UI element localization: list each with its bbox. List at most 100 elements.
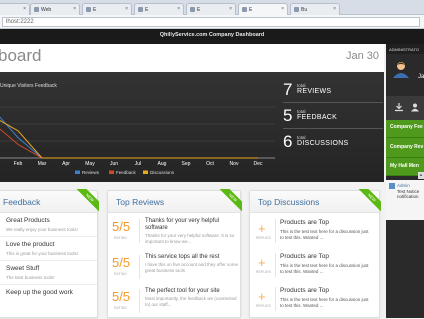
sidebar-menu-company-feedback[interactable]: Company Fee [386, 120, 424, 138]
browser-tab[interactable]: E× [0, 3, 30, 15]
review-title[interactable]: Thanks for your very helpful software [145, 218, 240, 232]
tab-label: Bu [301, 7, 308, 13]
visitors-chart-panel: Unique Visitors Feedback Feb Mar Apr May Jun… [0, 72, 384, 182]
new-ribbon: NEW [355, 189, 381, 215]
ribbon-label: NEW [75, 189, 99, 212]
page-title: board [0, 46, 42, 65]
x-tick-label: Jun [110, 161, 118, 167]
review-text: Most importantly, the feedback we (conne… [145, 296, 237, 307]
discussion-item[interactable]: + REPLIES Products are Top This is the t… [250, 215, 379, 249]
browser-tab[interactable]: E× [186, 3, 236, 15]
feedback-item-text: The best business tools! [6, 275, 55, 280]
sidebar-notice: Admin Test Notice notification [386, 180, 424, 220]
notice-author[interactable]: Admin [397, 183, 410, 188]
stat-label: REVIEWS [297, 88, 332, 95]
browser-tab[interactable]: Bu × [290, 3, 340, 15]
widget-title: Top Reviews [116, 197, 165, 207]
close-icon[interactable]: × [125, 6, 128, 12]
site-title: QhillyService.com Company Dashboard [159, 32, 265, 38]
plus-icon: + [258, 221, 266, 236]
feedback-item[interactable]: Love the product This is great for your … [0, 237, 97, 261]
browser-tab[interactable]: Web × [30, 3, 80, 15]
x-tick-label: Nov [230, 161, 239, 167]
series-line-discussions [0, 120, 258, 159]
browser-tab[interactable]: E× [134, 3, 184, 15]
user-icon[interactable] [410, 102, 420, 112]
close-icon[interactable]: × [229, 6, 232, 12]
widget-title: Top Discussions [258, 197, 320, 207]
discussion-text: This is the test text here for a discuss… [280, 229, 369, 240]
sidebar-menu-company-reviews[interactable]: Company Rev [386, 138, 424, 158]
stat-label: DISCUSSIONS [297, 140, 349, 147]
divider [283, 102, 383, 103]
x-tick-label: Feb [14, 161, 23, 167]
admin-sidebar: ADMINISTRATO Ja Company Fee Company Rev … [386, 44, 424, 318]
discussion-title[interactable]: Products are Top [280, 287, 329, 294]
page-date: Jan 30 [345, 50, 379, 62]
feedback-item-text: We really enjoy your business tools! [6, 227, 78, 232]
new-ribbon: NEW [216, 189, 242, 215]
review-item[interactable]: 5/5 RATING Thanks for your very helpful … [108, 215, 240, 249]
x-tick-label: Apr [62, 161, 70, 167]
stat-feedback: 5 total FEEDBACK [283, 106, 383, 129]
legend-swatch [75, 170, 80, 174]
tab-label: E [93, 7, 97, 13]
discussion-text: This is the test text here for a discuss… [280, 263, 369, 274]
x-tick-label: Mar [38, 161, 47, 167]
address-bar-row: lhost:2222 [0, 15, 424, 29]
new-ribbon: NEW [73, 189, 99, 215]
browser-tab-strip: E× Web× E× E× E× E× Bu× [0, 0, 424, 15]
divider [283, 128, 383, 129]
plus-icon: + [258, 255, 266, 270]
x-tick-label: Dec [254, 161, 263, 167]
feedback-item-title: Great Products [6, 217, 50, 224]
stat-number: 7 [283, 80, 293, 99]
review-title[interactable]: This service tops all the rest [145, 254, 240, 261]
browser-tab-active[interactable]: E × [238, 3, 288, 15]
feedback-item[interactable]: Sweet Stuff The best business tools! [0, 261, 97, 285]
review-score: 5/5 [112, 289, 131, 304]
download-icon[interactable] [394, 102, 404, 112]
top-reviews-widget: Top Reviews NEW 5/5 RATING Thanks for yo… [107, 189, 242, 319]
close-icon[interactable]: × [23, 6, 26, 12]
review-item[interactable]: 5/5 RATING The perfect tool for your sit… [108, 285, 240, 319]
discussion-label: REPLIES [256, 270, 271, 274]
x-tick-label: May [85, 161, 95, 167]
scroll-up-arrow[interactable]: ▲ [418, 172, 424, 179]
discussion-text: This is the test text here for a discuss… [280, 297, 369, 308]
avatar[interactable] [392, 60, 410, 78]
discussion-item[interactable]: + REPLIES Products are Top This is the t… [250, 249, 379, 283]
page-header: board Jan 30 [0, 44, 384, 72]
review-score: 5/5 [112, 255, 131, 270]
x-tick-label: Aug [158, 161, 167, 167]
notice-icon [389, 183, 395, 189]
feedback-item[interactable]: Keep up the good work [0, 285, 97, 309]
sidebar-header: ADMINISTRATO [386, 44, 424, 54]
discussion-label: REPLIES [256, 304, 271, 308]
address-input[interactable]: lhost:2222 [2, 17, 420, 27]
legend-swatch [143, 170, 148, 174]
review-text: I have this on five account and they off… [145, 262, 238, 273]
widget-title: Feedback [3, 197, 41, 207]
ribbon-label: NEW [357, 189, 381, 212]
browser-tab[interactable]: E× [82, 3, 132, 15]
review-title[interactable]: The perfect tool for your site [145, 288, 240, 295]
review-item[interactable]: 5/5 RATING This service tops all the res… [108, 251, 240, 285]
close-icon[interactable]: × [177, 6, 180, 12]
close-icon[interactable]: × [281, 6, 284, 12]
close-icon[interactable]: × [333, 6, 336, 12]
x-tick-label: Sep [182, 161, 191, 167]
feedback-item[interactable]: Great Products We really enjoy your busi… [0, 213, 97, 237]
ribbon-label: NEW [218, 189, 242, 212]
legend-swatch [109, 170, 114, 174]
top-discussions-widget: Top Discussions NEW + REPLIES Products a… [249, 189, 381, 318]
discussion-title[interactable]: Products are Top [280, 219, 329, 226]
close-icon[interactable]: × [73, 6, 76, 12]
legend-label: Discussions [150, 170, 175, 175]
divider [275, 253, 276, 277]
feedback-item-title: Love the product [6, 241, 55, 248]
discussion-title[interactable]: Products are Top [280, 253, 329, 260]
discussion-item[interactable]: + REPLIES Products are Top This is the t… [250, 283, 379, 317]
review-text: Thanks for your very helpful software. I… [145, 233, 235, 244]
review-score-label: RATING [114, 272, 127, 276]
